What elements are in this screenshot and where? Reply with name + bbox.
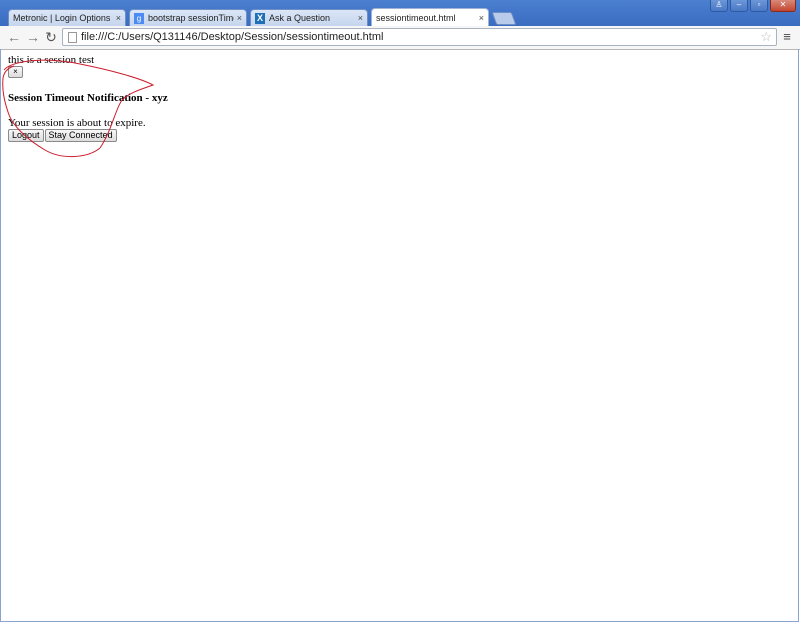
user-icon[interactable]: ♙ <box>710 0 728 12</box>
stay-connected-button[interactable]: Stay Connected <box>44 129 117 142</box>
address-url[interactable]: file:///C:/Users/Q131146/Desktop/Session… <box>81 30 383 44</box>
tab-close-icon[interactable]: × <box>116 13 121 23</box>
notification-message: Your session is about to expire. <box>8 117 146 129</box>
browser-toolbar: ← → ↻ file:///C:/Users/Q131146/Desktop/S… <box>0 26 800 50</box>
notification-buttons: Logout Stay Connected <box>8 129 118 142</box>
tab-sessiontimeout[interactable]: sessiontimeout.html × <box>371 8 489 70</box>
tab-close-icon[interactable]: × <box>237 13 242 23</box>
window-controls: ♙ – ▫ ✕ <box>708 0 796 12</box>
modal-close-button[interactable]: × <box>8 66 23 78</box>
tab-close-icon[interactable]: × <box>479 13 484 23</box>
back-arrow-icon[interactable]: ← <box>6 29 22 45</box>
logout-button[interactable]: Logout <box>8 129 44 142</box>
tab-label: sessiontimeout.html <box>376 12 456 23</box>
tab-ask-a-question[interactable]: X Ask a Question × <box>250 9 368 26</box>
google-icon: g <box>134 12 144 24</box>
close-icon[interactable]: ✕ <box>770 0 796 12</box>
x-icon: X <box>255 12 265 24</box>
forward-arrow-icon[interactable]: → <box>25 29 41 45</box>
bookmark-star-icon[interactable]: ☆ <box>760 29 772 45</box>
session-test-text: this is a session test <box>8 54 95 66</box>
notification-title: Session Timeout Notification - xyz <box>8 92 168 104</box>
tab-metronic-login[interactable]: Metronic | Login Options × <box>8 9 126 71</box>
page-content: this is a session test × Session Timeout… <box>0 50 800 623</box>
tab-bootstrap-sessiontimeout[interactable]: g bootstrap sessionTimeout × <box>129 9 247 26</box>
restore-icon[interactable]: ▫ <box>750 0 768 12</box>
tab-label: Ask a Question <box>269 13 331 23</box>
minimize-icon[interactable]: – <box>730 0 748 12</box>
tab-label: Metronic | Login Options <box>13 13 111 23</box>
page-icon <box>68 32 77 43</box>
reload-icon[interactable]: ↻ <box>43 29 59 45</box>
tab-strip: Metronic | Login Options × g bootstrap s… <box>8 8 517 71</box>
address-bar[interactable]: file:///C:/Users/Q131146/Desktop/Session… <box>62 28 777 46</box>
menu-icon[interactable]: ≡ <box>781 29 793 45</box>
tab-label: bootstrap sessionTimeout <box>148 13 234 23</box>
new-tab-button[interactable] <box>491 12 517 25</box>
tab-close-icon[interactable]: × <box>358 13 363 23</box>
browser-titlebar: Metronic | Login Options × g bootstrap s… <box>0 0 800 71</box>
